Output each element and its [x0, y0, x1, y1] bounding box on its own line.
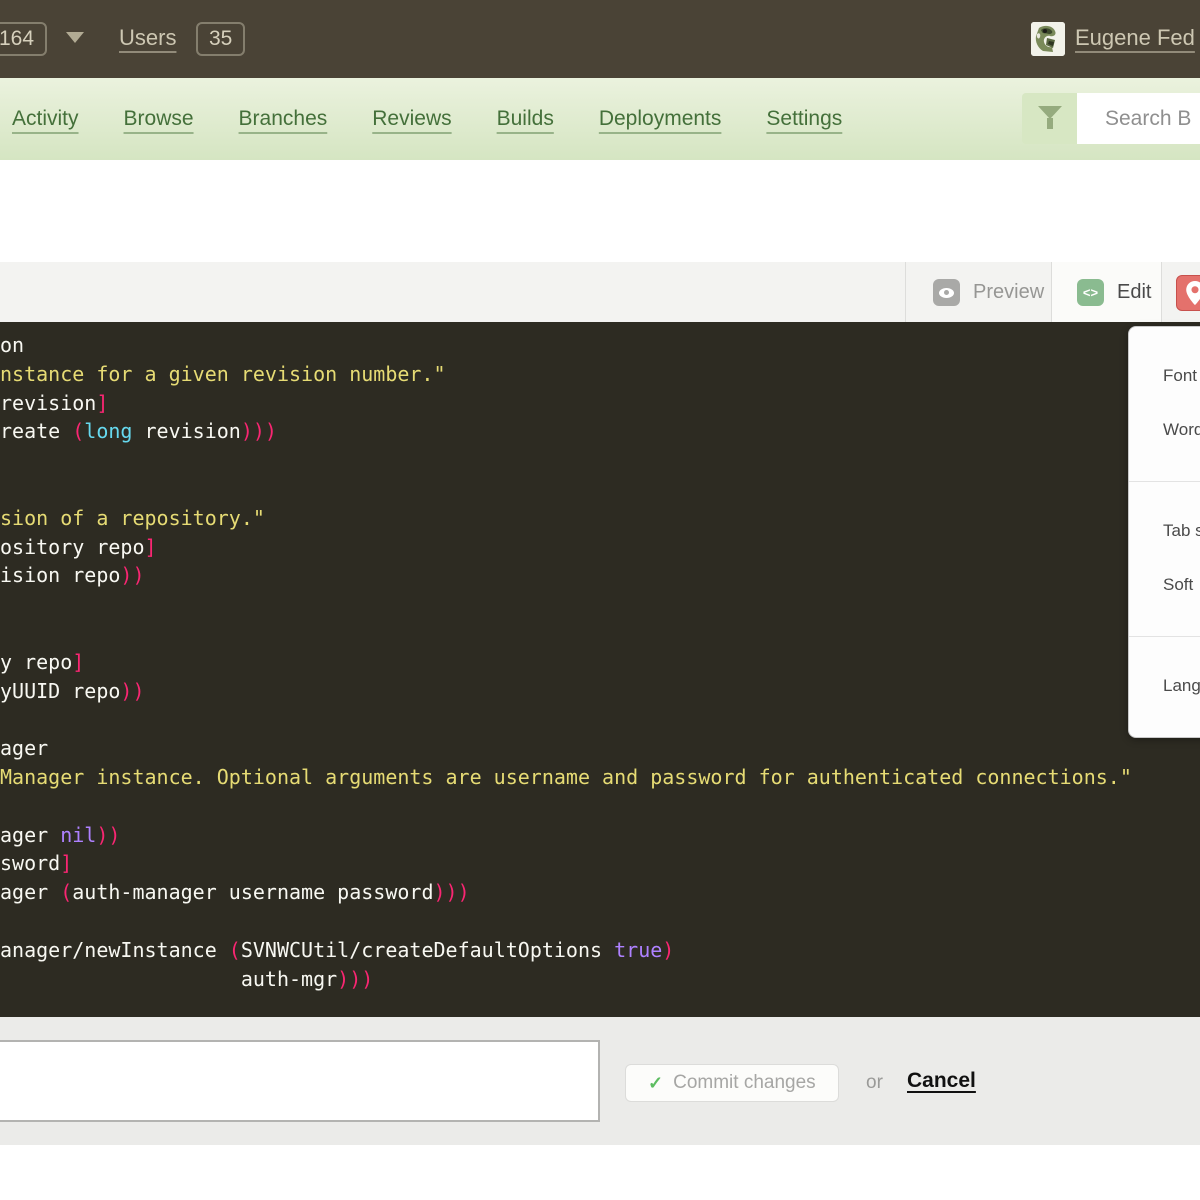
commit-bar: ✓ Commit changes or Cancel: [0, 1017, 1200, 1145]
code-line: anager/newInstance (SVNWCUtil/createDefa…: [0, 936, 1200, 965]
commit-changes-label: Commit changes: [673, 1072, 816, 1094]
nav-tab-settings[interactable]: Settings: [766, 107, 842, 131]
code-line: [0, 590, 1200, 619]
eye-icon: [933, 279, 960, 306]
user-name-link[interactable]: Eugene Fed: [1075, 25, 1195, 51]
code-line: ision repo)): [0, 561, 1200, 590]
nav-tab-deployments[interactable]: Deployments: [599, 107, 722, 131]
commit-message-input[interactable]: [0, 1040, 600, 1122]
code-line: ager: [0, 734, 1200, 763]
code-line: revision]: [0, 389, 1200, 418]
page-footer-space: [0, 1145, 1200, 1200]
filter-funnel-icon: [1038, 106, 1062, 129]
code-line: Manager instance. Optional arguments are…: [0, 763, 1200, 792]
code-line: on: [0, 331, 1200, 360]
edit-tab-label: Edit: [1117, 281, 1151, 304]
nav-tabs: Activity Browse Branches Reviews Builds Deplo…: [12, 78, 842, 160]
settings-item-font[interactable]: Font: [1129, 349, 1200, 403]
editor-settings-panel: FontWordTab sSoftLang: [1128, 326, 1200, 738]
nav-tab-browse[interactable]: Browse: [124, 107, 194, 131]
code-line: auth-mgr))): [0, 965, 1200, 994]
settings-item-tab-s[interactable]: Tab s: [1129, 504, 1200, 558]
settings-item-word[interactable]: Word: [1129, 403, 1200, 457]
nav-tab-builds[interactable]: Builds: [497, 107, 554, 131]
code-line: sion of a repository.": [0, 504, 1200, 533]
avatar-image: [1031, 22, 1065, 56]
settings-item-soft[interactable]: Soft: [1129, 558, 1200, 612]
code-line: [0, 705, 1200, 734]
preview-tab-label: Preview: [973, 281, 1044, 304]
settings-group: Tab sSoft: [1129, 481, 1200, 636]
repo-count-badge: 164: [0, 22, 47, 56]
code-line: yUUID repo)): [0, 677, 1200, 706]
filter-button[interactable]: [1022, 93, 1077, 144]
users-count-badge: 35: [196, 22, 245, 56]
avatar[interactable]: [1031, 22, 1065, 56]
code-line: [0, 619, 1200, 648]
code-line: [0, 907, 1200, 936]
code-line: ager nil)): [0, 821, 1200, 850]
code-brackets-icon: <>: [1077, 279, 1104, 306]
search-input[interactable]: [1077, 93, 1200, 144]
nav-tab-branches[interactable]: Branches: [239, 107, 328, 131]
settings-group: Lang: [1129, 636, 1200, 737]
editor-settings-button[interactable]: [1176, 275, 1200, 311]
code-line: nstance for a given revision number.": [0, 360, 1200, 389]
chevron-down-icon[interactable]: [66, 32, 84, 43]
code-line: y repo]: [0, 648, 1200, 677]
code-line: ository repo]: [0, 533, 1200, 562]
code-editor[interactable]: onnstance for a given revision number."r…: [0, 322, 1200, 1017]
users-link[interactable]: Users: [119, 25, 176, 51]
settings-group: FontWord: [1129, 327, 1200, 481]
nav-tab-reviews[interactable]: Reviews: [372, 107, 451, 131]
editor-toolbar: Preview <> Edit: [0, 262, 1200, 322]
code-line: sword]: [0, 849, 1200, 878]
code-line: [0, 475, 1200, 504]
settings-item-lang[interactable]: Lang: [1129, 659, 1200, 713]
code-line: reate (long revision))): [0, 417, 1200, 446]
nav-tab-activity[interactable]: Activity: [12, 107, 79, 131]
code-line: [0, 792, 1200, 821]
preview-tab[interactable]: Preview: [906, 262, 1050, 322]
code-line: [0, 446, 1200, 475]
cancel-link[interactable]: Cancel: [907, 1069, 976, 1093]
code-line: ager (auth-manager username password))): [0, 878, 1200, 907]
edit-tab[interactable]: <> Edit: [1051, 262, 1162, 322]
top-bar: 164 Users 35 Eugene Fed: [0, 0, 1200, 78]
repo-nav: Activity Browse Branches Reviews Builds Deplo…: [0, 78, 1200, 160]
map-pin-icon: [1177, 276, 1200, 310]
or-text: or: [866, 1072, 883, 1094]
commit-changes-button[interactable]: ✓ Commit changes: [625, 1064, 839, 1102]
check-icon: ✓: [648, 1073, 663, 1094]
